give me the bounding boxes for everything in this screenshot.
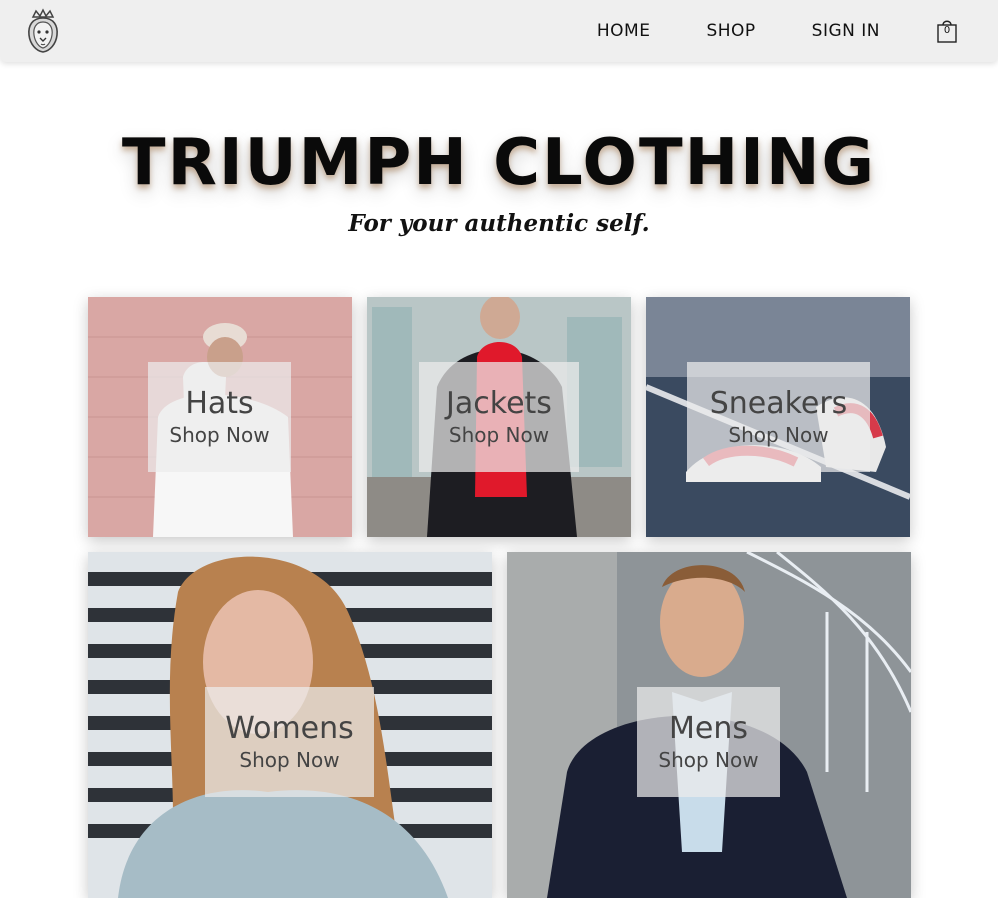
sneakers-shop-now-link[interactable]: Shop Now bbox=[728, 423, 828, 447]
hero-title: TRIUMPH CLOTHING bbox=[121, 126, 877, 200]
category-tile-sneakers[interactable]: Sneakers Shop Now bbox=[646, 297, 910, 537]
hats-shop-now-link[interactable]: Shop Now bbox=[169, 423, 269, 447]
category-tile-hats[interactable]: Hats Shop Now bbox=[88, 297, 352, 537]
hero-tagline: For your authentic self. bbox=[348, 210, 650, 237]
nav-sign-in-link[interactable]: SIGN IN bbox=[812, 21, 880, 41]
womens-label-box: Womens Shop Now bbox=[205, 687, 374, 797]
mens-shop-now-link[interactable]: Shop Now bbox=[658, 748, 758, 772]
womens-shop-now-link[interactable]: Shop Now bbox=[239, 748, 339, 772]
womens-title: Womens bbox=[225, 710, 354, 746]
jackets-shop-now-link[interactable]: Shop Now bbox=[449, 423, 549, 447]
nav-links: HOME SHOP SIGN IN bbox=[541, 0, 880, 62]
nav-shop-link[interactable]: SHOP bbox=[706, 21, 755, 41]
sneakers-label-box: Sneakers Shop Now bbox=[687, 362, 870, 472]
navbar: HOME SHOP SIGN IN 0 bbox=[0, 0, 998, 62]
hats-title: Hats bbox=[185, 385, 254, 421]
nav-home-link[interactable]: HOME bbox=[597, 21, 651, 41]
hats-label-box: Hats Shop Now bbox=[148, 362, 291, 472]
sneakers-title: Sneakers bbox=[709, 385, 848, 421]
category-tile-jackets[interactable]: Jackets Shop Now bbox=[367, 297, 631, 537]
mens-title: Mens bbox=[669, 710, 748, 746]
cart-count: 0 bbox=[943, 25, 951, 36]
jackets-title: Jackets bbox=[446, 385, 552, 421]
jackets-label-box: Jackets Shop Now bbox=[419, 362, 579, 472]
category-tile-womens[interactable]: Womens Shop Now bbox=[88, 552, 492, 898]
lion-crown-logo-icon[interactable] bbox=[24, 8, 62, 54]
cart-button[interactable]: 0 bbox=[936, 18, 958, 44]
mens-label-box: Mens Shop Now bbox=[637, 687, 780, 797]
category-tile-mens[interactable]: Mens Shop Now bbox=[507, 552, 911, 898]
